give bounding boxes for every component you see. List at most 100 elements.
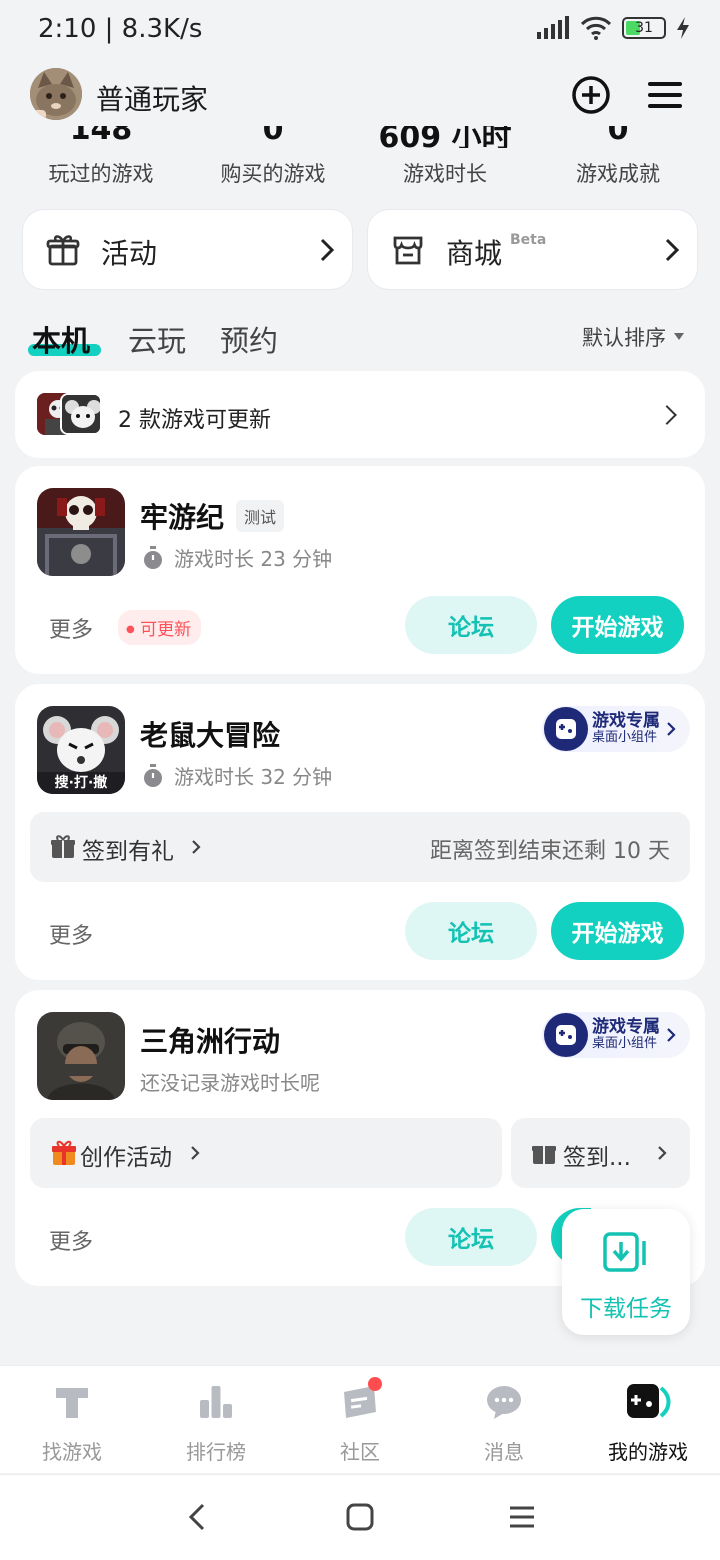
tab-local[interactable]: 本机	[32, 318, 90, 360]
activity-card[interactable]: 活动	[22, 209, 353, 290]
recents-icon[interactable]	[508, 1505, 536, 1529]
checkin-label: 签到...	[563, 1145, 631, 1171]
nav-find-games[interactable]: 找游戏	[17, 1380, 127, 1470]
checkin-strip[interactable]: 签到有礼 距离签到结束还剩 10 天	[30, 812, 690, 882]
chevron-right-icon	[658, 1146, 667, 1160]
update-badge: ● 可更新	[118, 610, 202, 645]
battery-icon: 31	[622, 17, 666, 39]
widget-badge[interactable]: 游戏专属 桌面小组件	[542, 706, 690, 752]
my-games-icon	[627, 1384, 671, 1418]
start-game-button[interactable]: 开始游戏	[551, 596, 684, 654]
download-icon	[603, 1232, 646, 1272]
chevron-right-icon	[665, 238, 679, 262]
ranking-icon	[200, 1386, 232, 1418]
game-title[interactable]: 三角洲行动	[140, 1020, 280, 1060]
find-games-icon	[56, 1388, 88, 1418]
game-title[interactable]: 牢游纪	[140, 496, 224, 536]
stat-games-played-value: 148	[69, 126, 133, 147]
tab-cloud[interactable]: 云玩	[128, 318, 186, 360]
stopwatch-icon	[144, 763, 162, 787]
nav-label: 消息	[484, 1440, 524, 1464]
playtime-text: 游戏时长 23 分钟	[174, 547, 333, 571]
checkin-label: 签到有礼	[82, 839, 174, 865]
sort-label: 默认排序	[582, 326, 666, 350]
message-icon	[487, 1386, 521, 1419]
add-button[interactable]	[568, 72, 614, 118]
sort-dropdown[interactable]: 默认排序	[582, 322, 684, 352]
checkin-strip[interactable]: 签到...	[511, 1118, 690, 1188]
status-time: 2:10 | 8.3K/s	[38, 14, 203, 44]
username[interactable]: 普通玩家	[96, 78, 208, 118]
chevron-right-icon	[191, 1146, 200, 1160]
more-link[interactable]: 更多	[49, 612, 93, 644]
cat-avatar-icon	[30, 68, 82, 120]
nav-label: 排行榜	[186, 1440, 246, 1464]
more-link[interactable]: 更多	[49, 918, 93, 950]
plus-circle-icon	[572, 76, 610, 114]
beta-tag: Beta	[510, 232, 547, 248]
widget-badge[interactable]: 游戏专属 桌面小组件	[542, 1012, 690, 1058]
playtime: 游戏时长 23 分钟	[142, 543, 332, 572]
widget-line1: 游戏专属	[592, 1017, 660, 1037]
soldier-game-icon	[37, 1012, 125, 1100]
nav-label: 找游戏	[42, 1440, 102, 1464]
dungeon-skull-icon	[37, 488, 125, 576]
store-label: 商城	[446, 237, 503, 270]
stat-games-played-label[interactable]: 玩过的游戏	[11, 158, 191, 188]
widget-line2: 桌面小组件	[592, 730, 658, 745]
nav-messages[interactable]: 消息	[449, 1380, 559, 1470]
forum-button[interactable]: 论坛	[405, 596, 537, 654]
gift-icon	[532, 1146, 556, 1164]
nav-ranking[interactable]: 排行榜	[161, 1380, 271, 1470]
game-icon-caption: 搜·打·撤	[54, 775, 108, 791]
nav-label: 社区	[340, 1440, 380, 1464]
mouse-game-icon	[62, 395, 100, 433]
update-game-icon-2	[60, 393, 102, 435]
forum-button[interactable]: 论坛	[405, 902, 537, 960]
stat-playtime-label[interactable]: 游戏时长	[355, 158, 535, 188]
gift-icon	[51, 835, 75, 858]
game-icon[interactable]	[37, 1012, 125, 1100]
update-badge-text: 可更新	[140, 620, 192, 640]
stat-games-bought-label[interactable]: 购买的游戏	[183, 158, 363, 188]
download-tasks-label: 下载任务	[580, 1296, 672, 1322]
playtime: 游戏时长 32 分钟	[142, 761, 332, 790]
stat-playtime-value: 609 小时	[378, 126, 512, 148]
nav-my-games[interactable]: 我的游戏	[593, 1380, 703, 1470]
stat-games-bought-value: 0	[262, 126, 284, 147]
start-game-button[interactable]: 开始游戏	[551, 902, 684, 960]
back-icon[interactable]	[186, 1503, 208, 1531]
avatar[interactable]	[30, 68, 82, 120]
chevron-right-icon	[667, 722, 676, 736]
creation-activity-strip[interactable]: 创作活动	[30, 1118, 502, 1188]
gift-box-icon	[52, 1140, 76, 1165]
update-text: 2 款游戏可更新	[118, 408, 271, 433]
forum-button[interactable]: 论坛	[405, 1208, 537, 1266]
home-icon[interactable]	[346, 1503, 374, 1531]
tab-reserve[interactable]: 预约	[220, 318, 278, 360]
signal-icon	[537, 16, 569, 39]
gamepad-icon	[544, 707, 588, 751]
test-badge: 测试	[236, 500, 285, 532]
game-icon[interactable]: 搜·打·撤	[37, 706, 125, 794]
game-icon[interactable]	[37, 488, 125, 576]
chevron-right-icon	[192, 840, 201, 854]
notification-dot	[368, 1377, 382, 1391]
more-link[interactable]: 更多	[49, 1224, 93, 1256]
charging-icon	[677, 17, 689, 39]
store-card[interactable]: 商城 Beta	[367, 209, 698, 290]
hamburger-icon	[648, 82, 682, 108]
game-title[interactable]: 老鼠大冒险	[140, 714, 280, 754]
stat-achievements-value: 0	[607, 126, 629, 147]
download-tasks-button[interactable]: 下载任务	[562, 1209, 690, 1335]
gift-icon	[46, 235, 80, 266]
stat-achievements-label[interactable]: 游戏成就	[528, 158, 708, 188]
battery-level: 31	[635, 20, 653, 36]
checkin-countdown: 距离签到结束还剩 10 天	[430, 839, 670, 864]
playtime-text: 游戏时长 32 分钟	[174, 765, 333, 789]
widget-line2: 桌面小组件	[592, 1036, 658, 1051]
nav-community[interactable]: 社区	[305, 1377, 415, 1470]
menu-button[interactable]	[642, 72, 688, 118]
store-icon	[393, 236, 423, 265]
nav-label: 我的游戏	[608, 1440, 688, 1464]
